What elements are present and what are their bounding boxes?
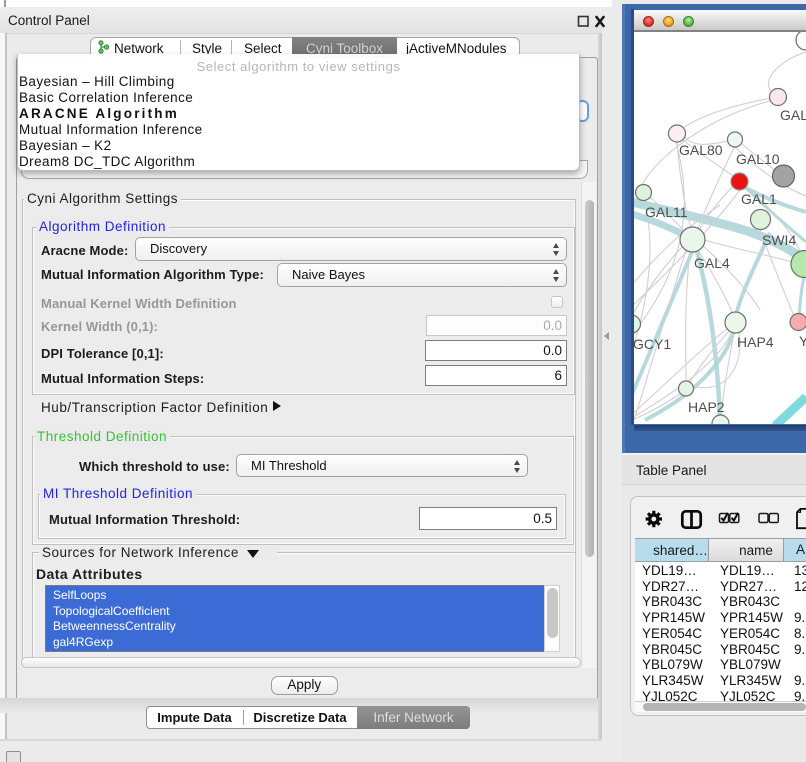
- svg-text:GAL10: GAL10: [736, 151, 780, 167]
- svg-text:GAL4: GAL4: [694, 255, 730, 271]
- svg-text:GAL7: GAL7: [780, 107, 806, 123]
- svg-text:GAL80: GAL80: [679, 142, 723, 158]
- svg-text:GCY1: GCY1: [634, 336, 671, 352]
- svg-text:GAL1: GAL1: [741, 191, 777, 207]
- svg-text:YL: YL: [799, 333, 806, 349]
- svg-text:HAP4: HAP4: [737, 334, 774, 350]
- svg-text:SWI4: SWI4: [762, 232, 796, 248]
- svg-text:GAL11: GAL11: [645, 204, 688, 220]
- svg-text:HAP2: HAP2: [688, 399, 725, 415]
